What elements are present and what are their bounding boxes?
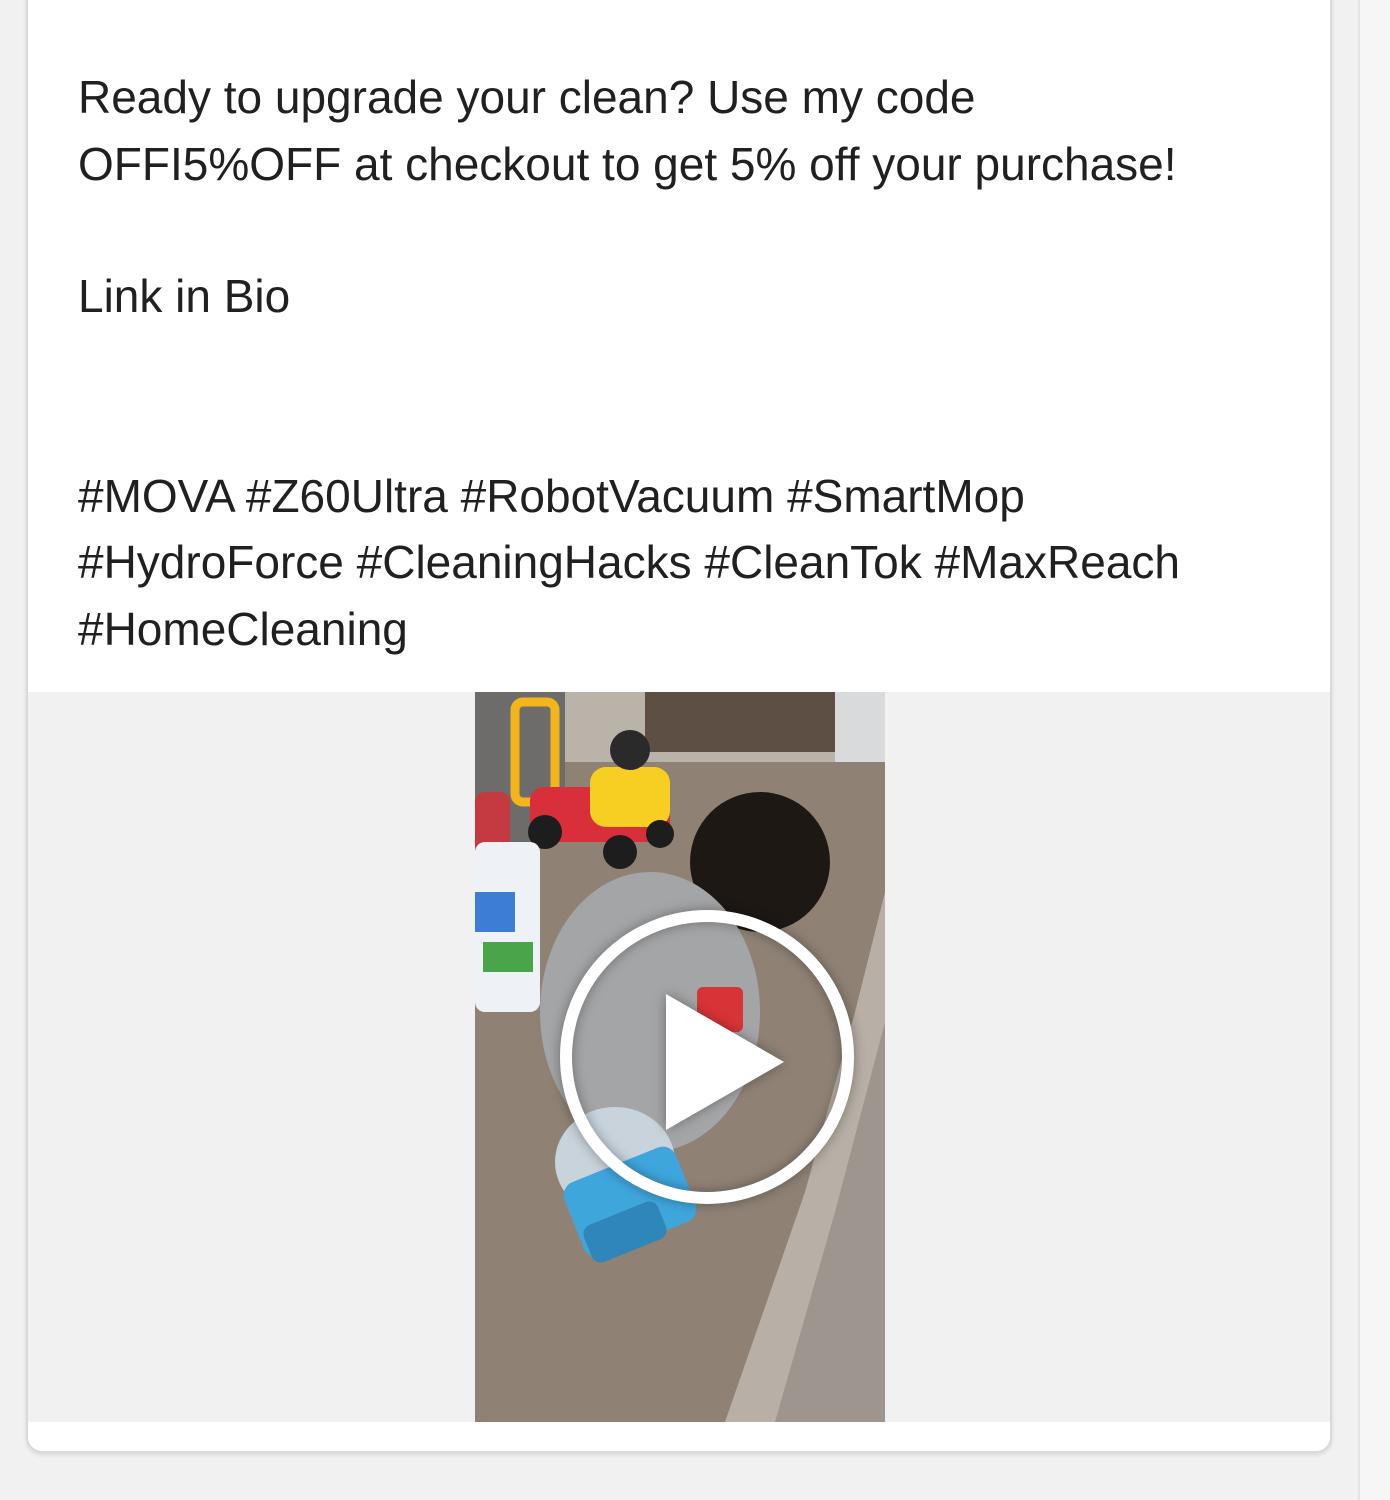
page: Ready to upgrade your clean? Use my code… — [0, 0, 1390, 1500]
video-thumbnail[interactable] — [475, 692, 885, 1422]
caption-promo-text: Ready to upgrade your clean? Use my code… — [78, 71, 1177, 190]
post-media — [28, 692, 1330, 1422]
caption-link-text: Link in Bio — [78, 270, 291, 322]
play-icon — [666, 994, 784, 1130]
post-caption: Ready to upgrade your clean? Use my code… — [78, 64, 1298, 662]
scrollbar-track[interactable] — [1358, 0, 1390, 1500]
caption-hashtags: #MOVA #Z60Ultra #RobotVacuum #SmartMop #… — [78, 469, 1180, 655]
post-card: Ready to upgrade your clean? Use my code… — [26, 0, 1332, 1453]
play-button[interactable] — [560, 910, 854, 1204]
